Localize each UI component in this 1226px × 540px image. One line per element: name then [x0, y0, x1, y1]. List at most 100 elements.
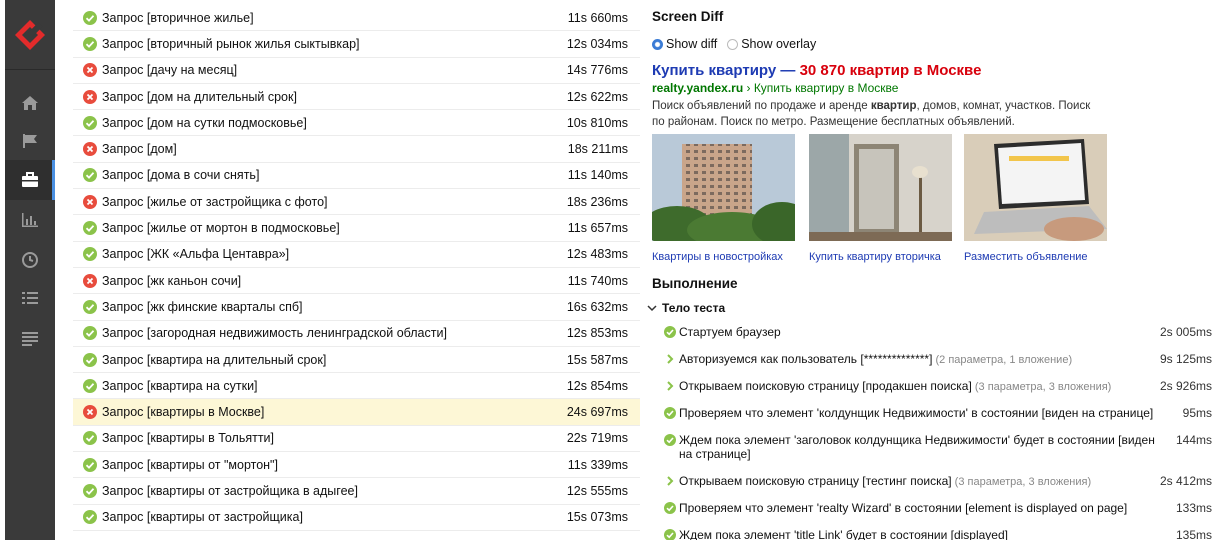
- thumb-caption[interactable]: Разместить объявление: [964, 251, 1107, 263]
- step-text: Открываем поисковую страницу [продакшен …: [679, 379, 1159, 394]
- step-text: Проверяем что элемент 'колдунщик Недвижи…: [679, 406, 1159, 421]
- thumb-caption[interactable]: Квартиры в новостройках: [652, 251, 795, 263]
- test-duration: 12s 483ms: [566, 247, 628, 262]
- nav-timeline[interactable]: [5, 240, 55, 280]
- test-duration: 18s 236ms: [566, 194, 628, 209]
- step-duration: 9s 125ms: [1159, 352, 1212, 366]
- test-duration: 18s 211ms: [567, 142, 628, 157]
- test-row[interactable]: Запрос [дом на сутки подмосковье] 10s 810…: [73, 110, 640, 137]
- test-duration: 14s 776ms: [566, 63, 628, 78]
- passed-icon: [664, 502, 676, 514]
- step-row[interactable]: Проверяем что элемент 'realty Wizard' в …: [664, 494, 1224, 521]
- show-overlay-radio[interactable]: Show overlay: [727, 37, 816, 51]
- home-icon: [22, 96, 38, 110]
- test-row[interactable]: Запрос [квартира на длительный срок] 15s …: [73, 347, 640, 374]
- app-logo[interactable]: [5, 0, 55, 70]
- test-row[interactable]: Запрос [дачу на месяц] 14s 776ms: [73, 58, 640, 84]
- test-name: Запрос [жилье от застройщика с фото]: [102, 194, 328, 209]
- passed-icon: [83, 221, 97, 236]
- nav-packages[interactable]: [5, 318, 55, 358]
- nav-behaviors[interactable]: [5, 278, 55, 318]
- test-row[interactable]: Запрос [жк каньон сочи] 11s 740ms: [73, 268, 640, 295]
- test-body-title: Тело теста: [662, 301, 726, 315]
- thumb-post-listing[interactable]: Разместить объявление: [964, 134, 1107, 263]
- test-name: Запрос [квартиры от застройщика в адыгее…: [102, 483, 358, 498]
- step-row[interactable]: Ждем пока элемент 'заголовок колдунщика …: [664, 426, 1224, 467]
- allure-report: Запрос [вторичное жилье] 11s 660ms Запрос …: [0, 0, 1226, 540]
- test-name: Запрос [дачу на месяц]: [102, 63, 238, 78]
- snippet-desc-bold: квартир: [870, 100, 917, 112]
- step-duration: 2s 005ms: [1159, 325, 1212, 339]
- step-duration: 144ms: [1175, 433, 1212, 447]
- nav-categories[interactable]: [5, 121, 55, 161]
- diff-snippet: Купить квартиру — 30 870 квартир в Москв…: [652, 62, 1112, 130]
- test-row[interactable]: Запрос [квартиры в Тольятти] 22s 719ms: [73, 426, 640, 453]
- test-row[interactable]: Запрос [вторичное жилье] 11s 660ms: [73, 5, 640, 32]
- passed-icon: [83, 10, 97, 25]
- test-row[interactable]: Запрос [квартиры от застройщика] 15s 073m…: [73, 505, 640, 531]
- step-row[interactable]: Открываем поисковую страницу [тестинг по…: [664, 467, 1224, 494]
- failed-icon: [83, 405, 97, 420]
- snippet-title: Купить квартиру — 30 870 квартир в Москв…: [652, 62, 1112, 79]
- test-row[interactable]: Запрос [ЖК «Альфа Центавра»] 12s 483ms: [73, 242, 640, 268]
- snippet-thumbnails: Квартиры в новостройках Купить квартиру …: [642, 134, 1122, 264]
- test-row[interactable]: Запрос [квартиры от застройщика в адыгее…: [73, 478, 640, 505]
- clock-icon: [22, 252, 38, 268]
- test-name: Запрос [дом]: [102, 142, 177, 157]
- test-row[interactable]: Запрос [жк финские кварталы спб] 16s 632m…: [73, 294, 640, 321]
- test-row[interactable]: Запрос [вторичный рынок жилья сыктывкар]…: [73, 31, 640, 58]
- step-params: (2 параметра, 1 вложение): [932, 354, 1073, 366]
- nav-suites[interactable]: [5, 160, 55, 200]
- flag-icon: [23, 134, 37, 148]
- show-diff-radio[interactable]: Show diff: [652, 37, 717, 51]
- test-duration: 10s 810ms: [566, 115, 628, 130]
- step-row[interactable]: Авторизуемся как пользователь [*********…: [664, 345, 1224, 372]
- thumb-new-buildings[interactable]: Квартиры в новостройках: [642, 134, 812, 263]
- step-text: Авторизуемся как пользователь [*********…: [679, 352, 1159, 367]
- test-row[interactable]: Запрос [дома в сочи снять] 11s 140ms: [73, 163, 640, 190]
- test-name: Запрос [дом на сутки подмосковье]: [102, 115, 307, 130]
- test-duration: 15s 073ms: [566, 510, 628, 525]
- step-row[interactable]: Стартуем браузер 2s 005ms: [664, 318, 1224, 345]
- building-photo: [642, 134, 812, 248]
- thumb-caption[interactable]: Купить квартиру вторичка: [809, 251, 952, 263]
- step-list: Стартуем браузер 2s 005ms Авторизуемся как…: [664, 318, 1224, 540]
- test-row[interactable]: Запрос [дом на длительный срок] 12s 622ms: [73, 84, 640, 111]
- laptop-photo: [964, 134, 1107, 241]
- test-name: Запрос [квартира на длительный срок]: [102, 352, 327, 367]
- test-row[interactable]: Запрос [жилье от мортон в подмосковье] 11…: [73, 215, 640, 242]
- test-row[interactable]: Запрос [квартира на сутки] 12s 854ms: [73, 373, 640, 400]
- passed-icon: [83, 352, 97, 367]
- step-row[interactable]: Открываем поисковую страницу [продакшен …: [664, 372, 1224, 399]
- step-title: Проверяем что элемент 'realty Wizard' в …: [679, 501, 1128, 515]
- passed-icon: [83, 36, 97, 51]
- passed-icon: [83, 431, 97, 446]
- test-row[interactable]: Запрос [загородная недвижимость ленингра…: [73, 321, 640, 347]
- test-body-toggle[interactable]: Тело теста: [647, 301, 725, 315]
- test-row[interactable]: Запрос [жилье от застройщика с фото] 18s …: [73, 189, 640, 216]
- step-title: Ждем пока элемент 'заголовок колдунщика …: [679, 433, 1155, 461]
- show-diff-label: Show diff: [666, 37, 718, 51]
- failed-icon: [83, 89, 97, 104]
- step-title: Стартуем браузер: [679, 325, 781, 339]
- bar-chart-icon: [22, 213, 38, 227]
- failed-icon: [83, 142, 97, 157]
- step-row[interactable]: Проверяем что элемент 'колдунщик Недвижи…: [664, 399, 1224, 426]
- passed-icon: [83, 457, 97, 472]
- nav-graphs[interactable]: [5, 200, 55, 240]
- step-text: Ждем пока элемент 'заголовок колдунщика …: [679, 433, 1159, 462]
- test-name: Запрос [вторичный рынок жилья сыктывкар]: [102, 36, 360, 51]
- test-name: Запрос [квартиры в Москве]: [102, 405, 265, 420]
- test-name: Запрос [квартира на сутки]: [102, 378, 258, 393]
- test-name: Запрос [жк финские кварталы спб]: [102, 299, 303, 314]
- screen-diff-title: Screen Diff: [652, 9, 724, 24]
- nav-overview[interactable]: [5, 83, 55, 123]
- test-name: Запрос [ЖК «Альфа Центавра»]: [102, 247, 290, 262]
- test-row[interactable]: Запрос [квартиры от "мортон"] 11s 339ms: [73, 452, 640, 479]
- step-duration: 133ms: [1175, 501, 1212, 515]
- step-text: Стартуем браузер: [679, 325, 1159, 340]
- step-row[interactable]: Ждем пока элемент 'title Link' будет в с…: [664, 521, 1224, 540]
- test-row[interactable]: Запрос [квартиры в Москве] 24s 697ms: [73, 399, 640, 426]
- test-row[interactable]: Запрос [дом] 18s 211ms: [73, 136, 640, 163]
- thumb-secondary-market[interactable]: Купить квартиру вторичка: [809, 134, 952, 263]
